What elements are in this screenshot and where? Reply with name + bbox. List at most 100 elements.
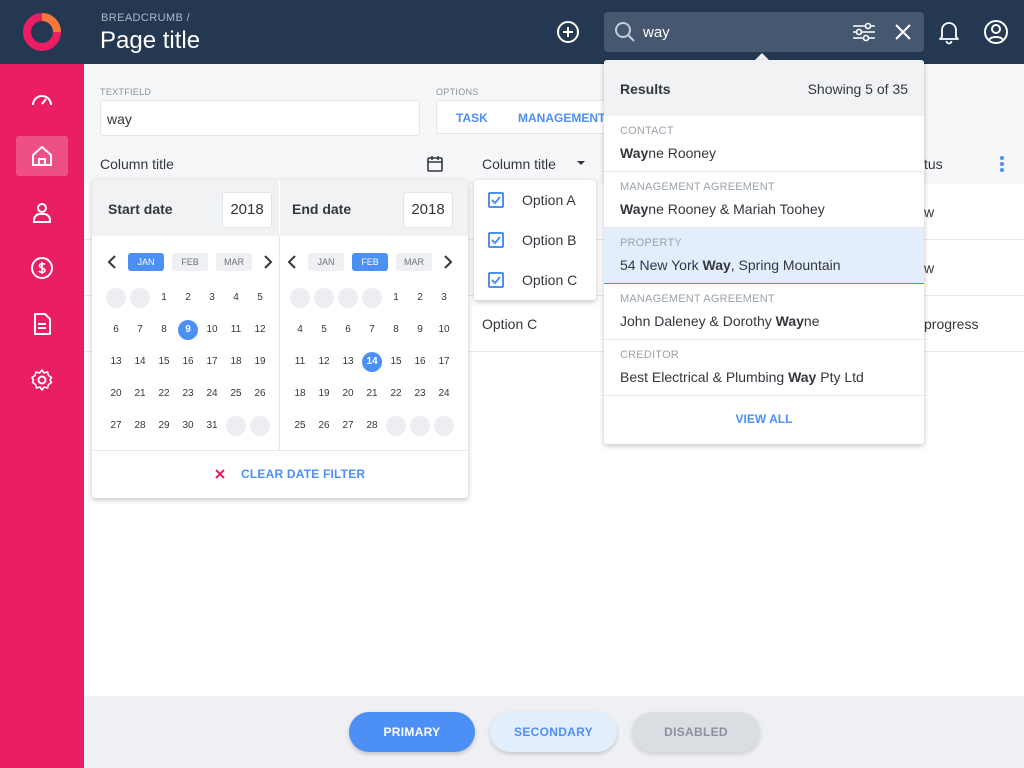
sort-caret-icon[interactable] bbox=[576, 160, 586, 166]
start-prev-month-icon[interactable] bbox=[106, 254, 118, 270]
end-day[interactable]: 19 bbox=[314, 384, 334, 404]
start-month-chip[interactable]: JAN bbox=[128, 253, 164, 271]
end-year-input[interactable]: 2018 bbox=[403, 192, 453, 228]
end-day[interactable]: 13 bbox=[338, 352, 358, 372]
start-day[interactable]: 31 bbox=[202, 416, 222, 436]
result-item[interactable]: MANAGEMENT AGREEMENT John Daleney & Dorot… bbox=[604, 284, 924, 340]
start-next-month-icon[interactable] bbox=[262, 254, 274, 270]
filter-sliders-icon[interactable] bbox=[852, 22, 876, 42]
start-day[interactable]: 7 bbox=[130, 320, 150, 340]
end-month-chip[interactable]: FEB bbox=[352, 253, 388, 271]
option-a-checkbox[interactable]: Option A bbox=[488, 188, 576, 212]
end-day[interactable]: 28 bbox=[362, 416, 382, 436]
result-item[interactable]: CONTACT Wayne Rooney bbox=[604, 116, 924, 172]
start-day[interactable]: 18 bbox=[226, 352, 246, 372]
add-icon[interactable] bbox=[554, 18, 582, 46]
end-day[interactable]: 12 bbox=[314, 352, 334, 372]
column-title-2[interactable]: Column title bbox=[482, 156, 556, 172]
end-month-chip[interactable]: JAN bbox=[308, 253, 344, 271]
sidebar-item-dashboard[interactable] bbox=[16, 80, 68, 120]
end-day[interactable]: 7 bbox=[362, 320, 382, 340]
end-day[interactable]: 9 bbox=[410, 320, 430, 340]
start-day[interactable]: 30 bbox=[178, 416, 198, 436]
end-day[interactable]: 10 bbox=[434, 320, 454, 340]
start-day[interactable]: 21 bbox=[130, 384, 150, 404]
primary-button[interactable]: PRIMARY bbox=[349, 712, 475, 752]
start-year-input[interactable]: 2018 bbox=[222, 192, 272, 228]
option-task-button[interactable]: TASK bbox=[456, 111, 488, 125]
end-day[interactable]: 3 bbox=[434, 288, 454, 308]
sidebar-item-user[interactable] bbox=[16, 192, 68, 232]
start-day[interactable]: 6 bbox=[106, 320, 126, 340]
end-day[interactable]: 22 bbox=[386, 384, 406, 404]
app-logo[interactable] bbox=[22, 12, 62, 52]
sidebar-item-finance[interactable] bbox=[16, 248, 68, 288]
end-day[interactable]: 25 bbox=[290, 416, 310, 436]
end-month-chip[interactable]: MAR bbox=[396, 253, 432, 271]
option-c-checkbox[interactable]: Option C bbox=[488, 268, 577, 292]
end-day[interactable]: 16 bbox=[410, 352, 430, 372]
start-day[interactable]: 16 bbox=[178, 352, 198, 372]
start-day[interactable]: 27 bbox=[106, 416, 126, 436]
start-day[interactable]: 20 bbox=[106, 384, 126, 404]
start-day[interactable]: 17 bbox=[202, 352, 222, 372]
sidebar-item-documents[interactable] bbox=[16, 304, 68, 344]
start-day[interactable]: 3 bbox=[202, 288, 222, 308]
breadcrumb[interactable]: BREADCRUMB / bbox=[101, 12, 190, 24]
start-day[interactable]: 19 bbox=[250, 352, 270, 372]
start-day[interactable]: 15 bbox=[154, 352, 174, 372]
result-item[interactable]: PROPERTY 54 New York Way, Spring Mountain bbox=[604, 228, 924, 284]
column-title-status[interactable]: tus bbox=[924, 156, 943, 172]
start-day[interactable]: 5 bbox=[250, 288, 270, 308]
search-input[interactable] bbox=[643, 22, 823, 42]
end-day[interactable]: 11 bbox=[290, 352, 310, 372]
end-day[interactable]: 14 bbox=[362, 352, 382, 372]
start-day[interactable]: 2 bbox=[178, 288, 198, 308]
end-next-month-icon[interactable] bbox=[442, 254, 454, 270]
end-day[interactable]: 17 bbox=[434, 352, 454, 372]
calendar-icon[interactable] bbox=[426, 155, 444, 173]
view-all-link[interactable]: VIEW ALL bbox=[604, 395, 924, 444]
column-title-1[interactable]: Column title bbox=[100, 156, 174, 172]
start-day[interactable]: 29 bbox=[154, 416, 174, 436]
clear-date-filter-button[interactable]: CLEAR DATE FILTER bbox=[214, 467, 365, 481]
start-day[interactable]: 24 bbox=[202, 384, 222, 404]
option-management-button[interactable]: MANAGEMENT bbox=[518, 111, 605, 125]
end-day[interactable]: 20 bbox=[338, 384, 358, 404]
end-day[interactable]: 18 bbox=[290, 384, 310, 404]
end-day[interactable]: 24 bbox=[434, 384, 454, 404]
start-month-chip[interactable]: FEB bbox=[172, 253, 208, 271]
text-field[interactable]: way bbox=[100, 100, 420, 136]
start-day[interactable]: 10 bbox=[202, 320, 222, 340]
end-day[interactable]: 1 bbox=[386, 288, 406, 308]
end-day[interactable]: 6 bbox=[338, 320, 358, 340]
start-day[interactable]: 28 bbox=[130, 416, 150, 436]
start-day[interactable]: 9 bbox=[178, 320, 198, 340]
secondary-button[interactable]: SECONDARY bbox=[490, 712, 617, 752]
start-day[interactable]: 13 bbox=[106, 352, 126, 372]
end-day[interactable]: 21 bbox=[362, 384, 382, 404]
start-day[interactable]: 14 bbox=[130, 352, 150, 372]
result-item[interactable]: MANAGEMENT AGREEMENT Wayne Rooney & Maria… bbox=[604, 172, 924, 228]
end-day[interactable]: 8 bbox=[386, 320, 406, 340]
start-day[interactable]: 22 bbox=[154, 384, 174, 404]
start-day[interactable]: 11 bbox=[226, 320, 246, 340]
end-day[interactable]: 15 bbox=[386, 352, 406, 372]
end-day[interactable]: 2 bbox=[410, 288, 430, 308]
more-vertical-icon[interactable] bbox=[996, 154, 1008, 174]
end-day[interactable]: 5 bbox=[314, 320, 334, 340]
result-item[interactable]: CREDITOR Best Electrical & Plumbing Way P… bbox=[604, 340, 924, 396]
start-day[interactable]: 23 bbox=[178, 384, 198, 404]
option-b-checkbox[interactable]: Option B bbox=[488, 228, 576, 252]
end-day[interactable]: 26 bbox=[314, 416, 334, 436]
close-icon[interactable] bbox=[894, 23, 912, 41]
start-day[interactable]: 4 bbox=[226, 288, 246, 308]
start-day[interactable]: 8 bbox=[154, 320, 174, 340]
end-day[interactable]: 23 bbox=[410, 384, 430, 404]
start-day[interactable]: 25 bbox=[226, 384, 246, 404]
end-day[interactable]: 4 bbox=[290, 320, 310, 340]
disabled-button[interactable]: DISABLED bbox=[632, 712, 760, 752]
start-day[interactable]: 12 bbox=[250, 320, 270, 340]
sidebar-item-home[interactable] bbox=[16, 136, 68, 176]
start-day[interactable]: 1 bbox=[154, 288, 174, 308]
